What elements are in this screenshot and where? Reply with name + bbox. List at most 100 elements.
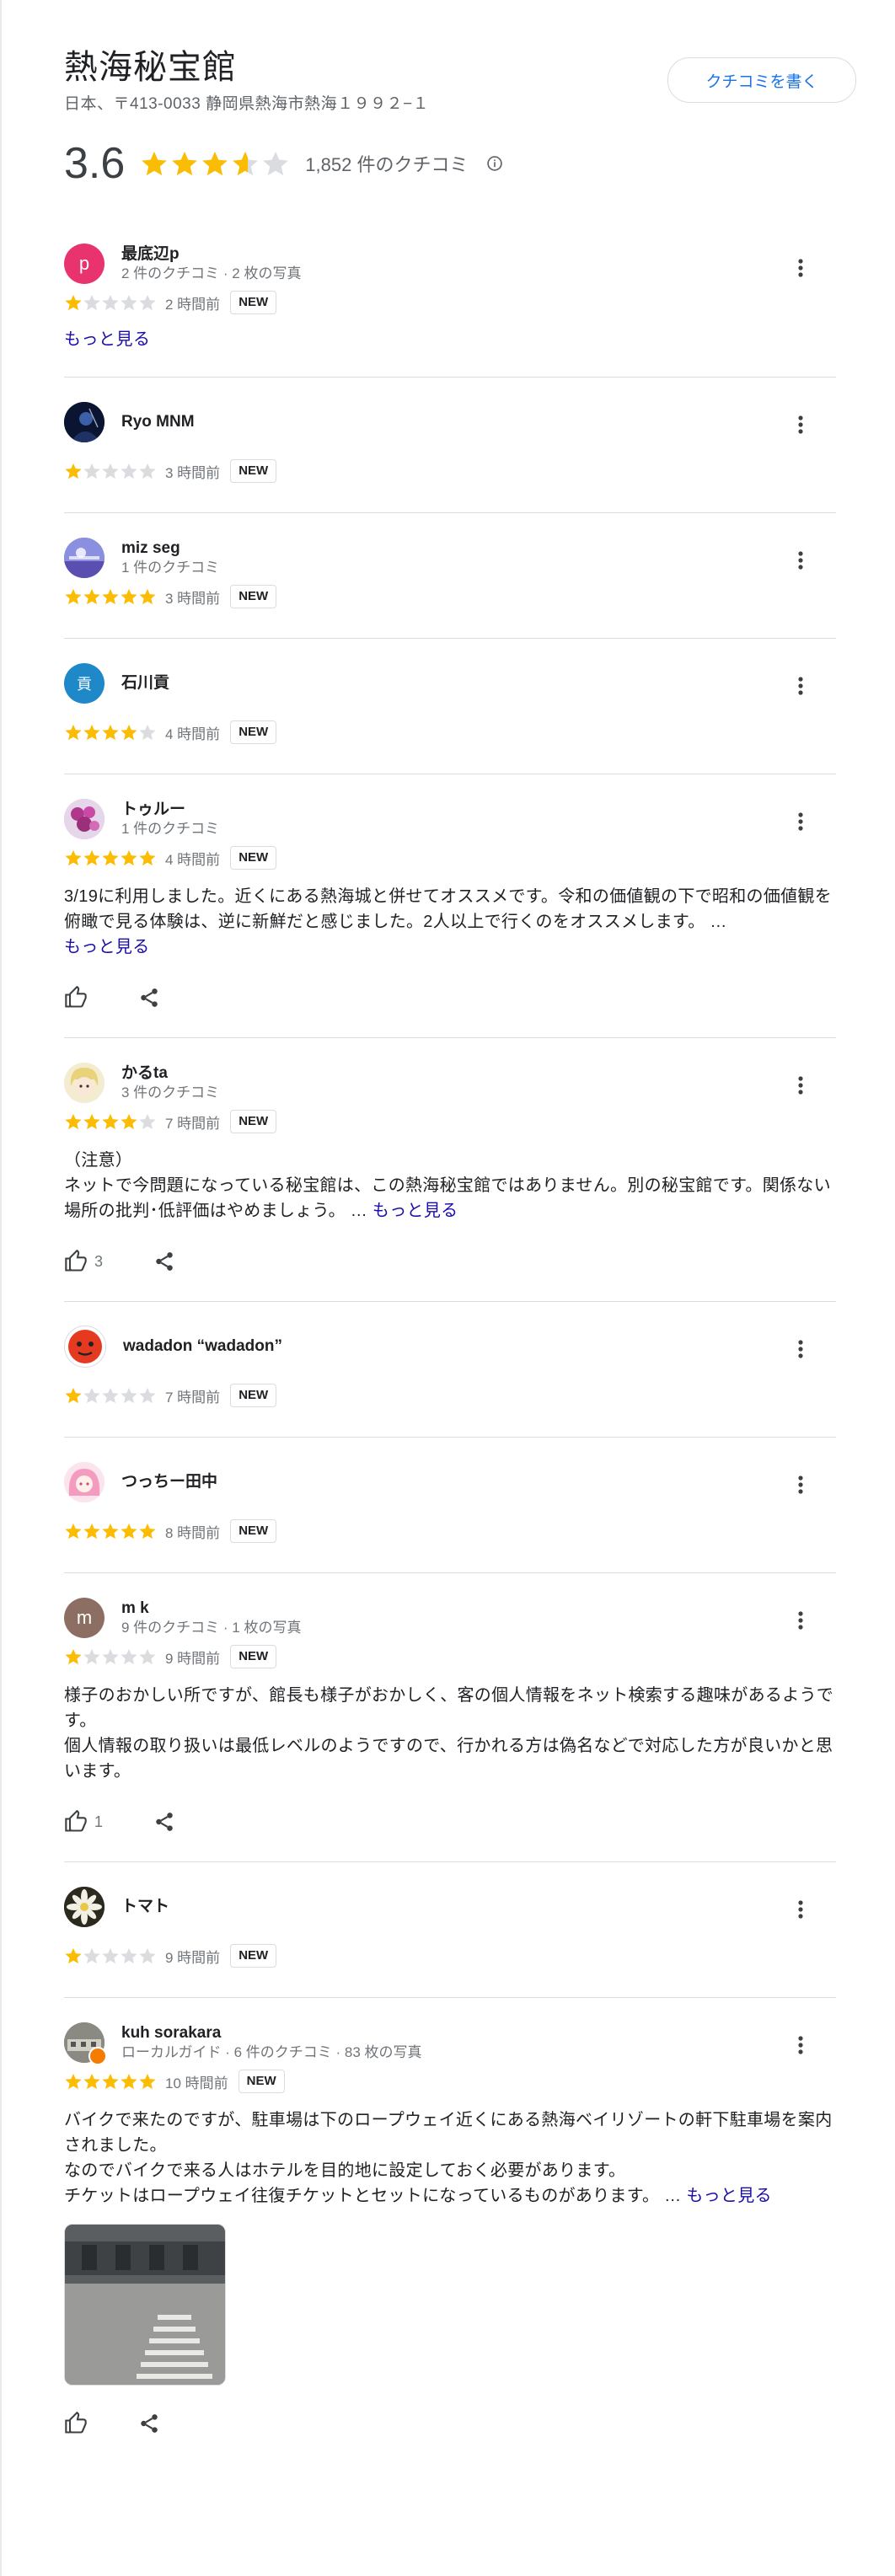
empty-star-icon: [139, 724, 156, 741]
empty-star-icon: [139, 1113, 156, 1130]
empty-star-icon: [83, 1648, 100, 1665]
like-button[interactable]: [64, 2412, 88, 2435]
new-badge: NEW: [230, 846, 277, 870]
more-options-icon[interactable]: [790, 811, 811, 832]
new-badge: NEW: [230, 459, 277, 483]
more-options-icon[interactable]: [790, 1075, 811, 1095]
avatar[interactable]: m: [64, 1598, 105, 1638]
more-link[interactable]: もっと見る: [686, 2187, 772, 2205]
avatar[interactable]: [64, 1887, 105, 1927]
reviewer-name[interactable]: miz seg: [121, 538, 219, 559]
rating-value: 3.6: [64, 139, 126, 188]
reviewer-name[interactable]: wadadon “wadadon”: [123, 1336, 282, 1357]
star-icon: [121, 849, 137, 866]
star-icon: [102, 1113, 119, 1130]
more-options-icon[interactable]: [790, 1339, 811, 1359]
star-icon: [65, 1947, 82, 1964]
avatar[interactable]: [64, 1462, 105, 1502]
new-badge: NEW: [230, 720, 277, 744]
review-item: miz seg 1 件のクチコミ 3 時間前 NEW: [64, 513, 836, 639]
reviewer-name[interactable]: m k: [121, 1599, 301, 1619]
reviewer-name[interactable]: kuh sorakara: [121, 2023, 422, 2043]
reviewer-name[interactable]: Ryo MNM: [121, 412, 195, 432]
avatar[interactable]: [64, 2022, 107, 2065]
share-icon[interactable]: [138, 2413, 160, 2434]
avatar[interactable]: [64, 1325, 106, 1368]
review-stars: [64, 587, 157, 606]
star-icon: [102, 588, 119, 605]
more-options-icon[interactable]: [790, 2035, 811, 2055]
star-icon: [65, 1387, 82, 1404]
empty-star-icon: [139, 463, 156, 479]
review-body: 個人情報の取り扱いは最低レベルのようですので、行かれる方は偽名などで対応した方が…: [64, 1737, 833, 1781]
reviewer-name[interactable]: 最底辺p: [121, 244, 301, 265]
more-options-icon[interactable]: [790, 676, 811, 696]
share-icon[interactable]: [138, 987, 160, 1009]
star-icon: [65, 1113, 82, 1130]
star-icon: [202, 151, 228, 176]
review-stars: [64, 1947, 157, 1965]
like-button[interactable]: 3: [64, 1250, 103, 1273]
review-item: p 最底辺p 2 件のクチコミ · 2 枚の写真 2 時間前 NEW もっと見る: [64, 221, 836, 378]
local-guide-badge-icon: [88, 2047, 107, 2065]
empty-star-icon: [263, 151, 289, 176]
thumbs-up-icon: [65, 986, 87, 1008]
star-icon: [102, 2073, 119, 2090]
info-icon[interactable]: [486, 155, 503, 172]
reviewer-name[interactable]: トゥルー: [121, 800, 219, 820]
avatar[interactable]: [64, 538, 105, 578]
star-icon: [65, 1648, 82, 1665]
new-badge: NEW: [230, 1384, 277, 1407]
more-options-icon[interactable]: [790, 550, 811, 570]
star-icon: [121, 588, 137, 605]
more-link[interactable]: もっと見る: [64, 325, 836, 350]
more-options-icon[interactable]: [790, 258, 811, 278]
like-button[interactable]: 1: [64, 1810, 103, 1834]
avatar[interactable]: [64, 402, 105, 442]
reviewer-meta: 1 件のクチコミ: [121, 560, 220, 576]
new-badge: NEW: [230, 291, 277, 314]
avatar[interactable]: 貢: [64, 663, 105, 704]
reviewer-name[interactable]: かるta: [121, 1063, 219, 1084]
star-icon: [65, 724, 82, 741]
star-icon: [172, 151, 198, 176]
empty-star-icon: [83, 463, 100, 479]
review-body-line: バイクで来たのですが、駐車場は下のロープウェイ近くにある熱海ベイリゾートの軒下駐…: [64, 2111, 833, 2155]
avatar[interactable]: p: [64, 244, 105, 284]
more-options-icon[interactable]: [790, 1610, 811, 1631]
half-star-icon: [233, 151, 259, 176]
more-link[interactable]: もっと見る: [372, 1202, 458, 1220]
more-link[interactable]: もっと見る: [64, 938, 150, 956]
avatar[interactable]: [64, 1063, 105, 1103]
like-button[interactable]: [64, 986, 88, 1010]
reviewer-name[interactable]: トマト: [121, 1897, 169, 1917]
empty-star-icon: [102, 294, 119, 311]
share-icon[interactable]: [153, 1251, 175, 1272]
more-options-icon[interactable]: [790, 415, 811, 435]
review-time: 3 時間前: [165, 590, 221, 607]
empty-star-icon: [121, 294, 137, 311]
empty-star-icon: [83, 294, 100, 311]
new-badge: NEW: [230, 585, 277, 608]
star-icon: [102, 724, 119, 741]
star-icon: [83, 1113, 100, 1130]
share-icon[interactable]: [153, 1811, 175, 1833]
more-options-icon[interactable]: [790, 1899, 811, 1920]
star-icon: [83, 2073, 100, 2090]
more-options-icon[interactable]: [790, 1475, 811, 1495]
review-text: 3/19に利用しました。近くにある熱海城と併せてオススメです。令和の価値観の下で…: [64, 884, 836, 960]
new-badge: NEW: [230, 1519, 277, 1543]
review-item: トマト 9 時間前 NEW: [64, 1862, 836, 1998]
review-body-line: 様子のおかしい所ですが、館長も様子がおかしく、客の個人情報をネット検索する趣味が…: [64, 1686, 834, 1730]
write-review-button[interactable]: クチコミを書く: [667, 57, 856, 103]
star-icon: [102, 849, 119, 866]
avatar[interactable]: [64, 799, 105, 839]
review-time: 7 時間前: [165, 1389, 221, 1406]
review-body: 3/19に利用しました。近くにある熱海城と併せてオススメです。令和の価値観の下で…: [64, 887, 833, 931]
reviewer-meta: 9 件のクチコミ · 1 枚の写真: [121, 1620, 302, 1636]
reviewer-name[interactable]: つっちー田中: [121, 1472, 217, 1492]
new-badge: NEW: [230, 1944, 277, 1968]
reviewer-name[interactable]: 石川貢: [121, 673, 169, 694]
review-photo[interactable]: [64, 2224, 226, 2386]
star-icon: [139, 588, 156, 605]
